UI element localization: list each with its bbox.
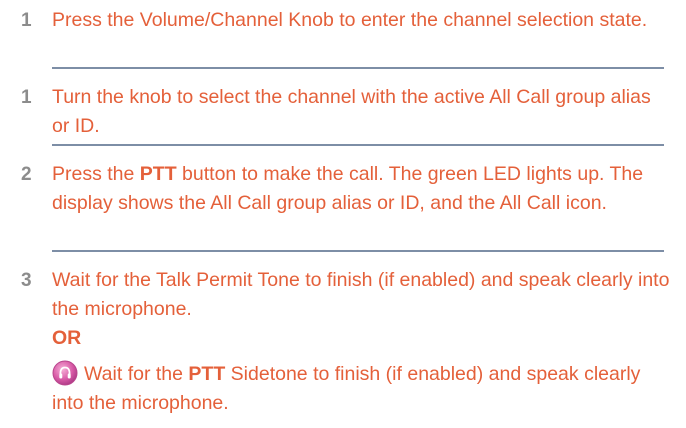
alt-text-part: Wait for the [84,363,189,385]
step-number: 1 [21,87,32,108]
step-text: Press the PTT button to make the call. T… [52,160,672,218]
ptt-bold-label: PTT [188,363,226,385]
step-text: Turn the knob to select the channel with… [52,86,651,137]
procedure-document: 1 Press the Volume/Channel Knob to enter… [0,0,686,428]
alternative-text: Wait for the PTT Sidetone to finish (if … [52,360,672,418]
divider [52,250,664,252]
step-text: Press the Volume/Channel Knob to enter t… [52,9,648,31]
divider [52,144,664,146]
step-main-text: Wait for the Talk Permit Tone to finish … [52,269,670,320]
step-number: 3 [21,270,32,291]
or-label: OR [52,327,82,349]
step-text-part: Press the [52,163,140,185]
ptt-bold-label: PTT [139,163,177,185]
step-number: 1 [21,10,32,31]
sidetone-icon [52,360,78,386]
step-number: 2 [21,164,32,185]
step-text: Wait for the Talk Permit Tone to finish … [52,266,672,418]
divider [52,67,664,69]
